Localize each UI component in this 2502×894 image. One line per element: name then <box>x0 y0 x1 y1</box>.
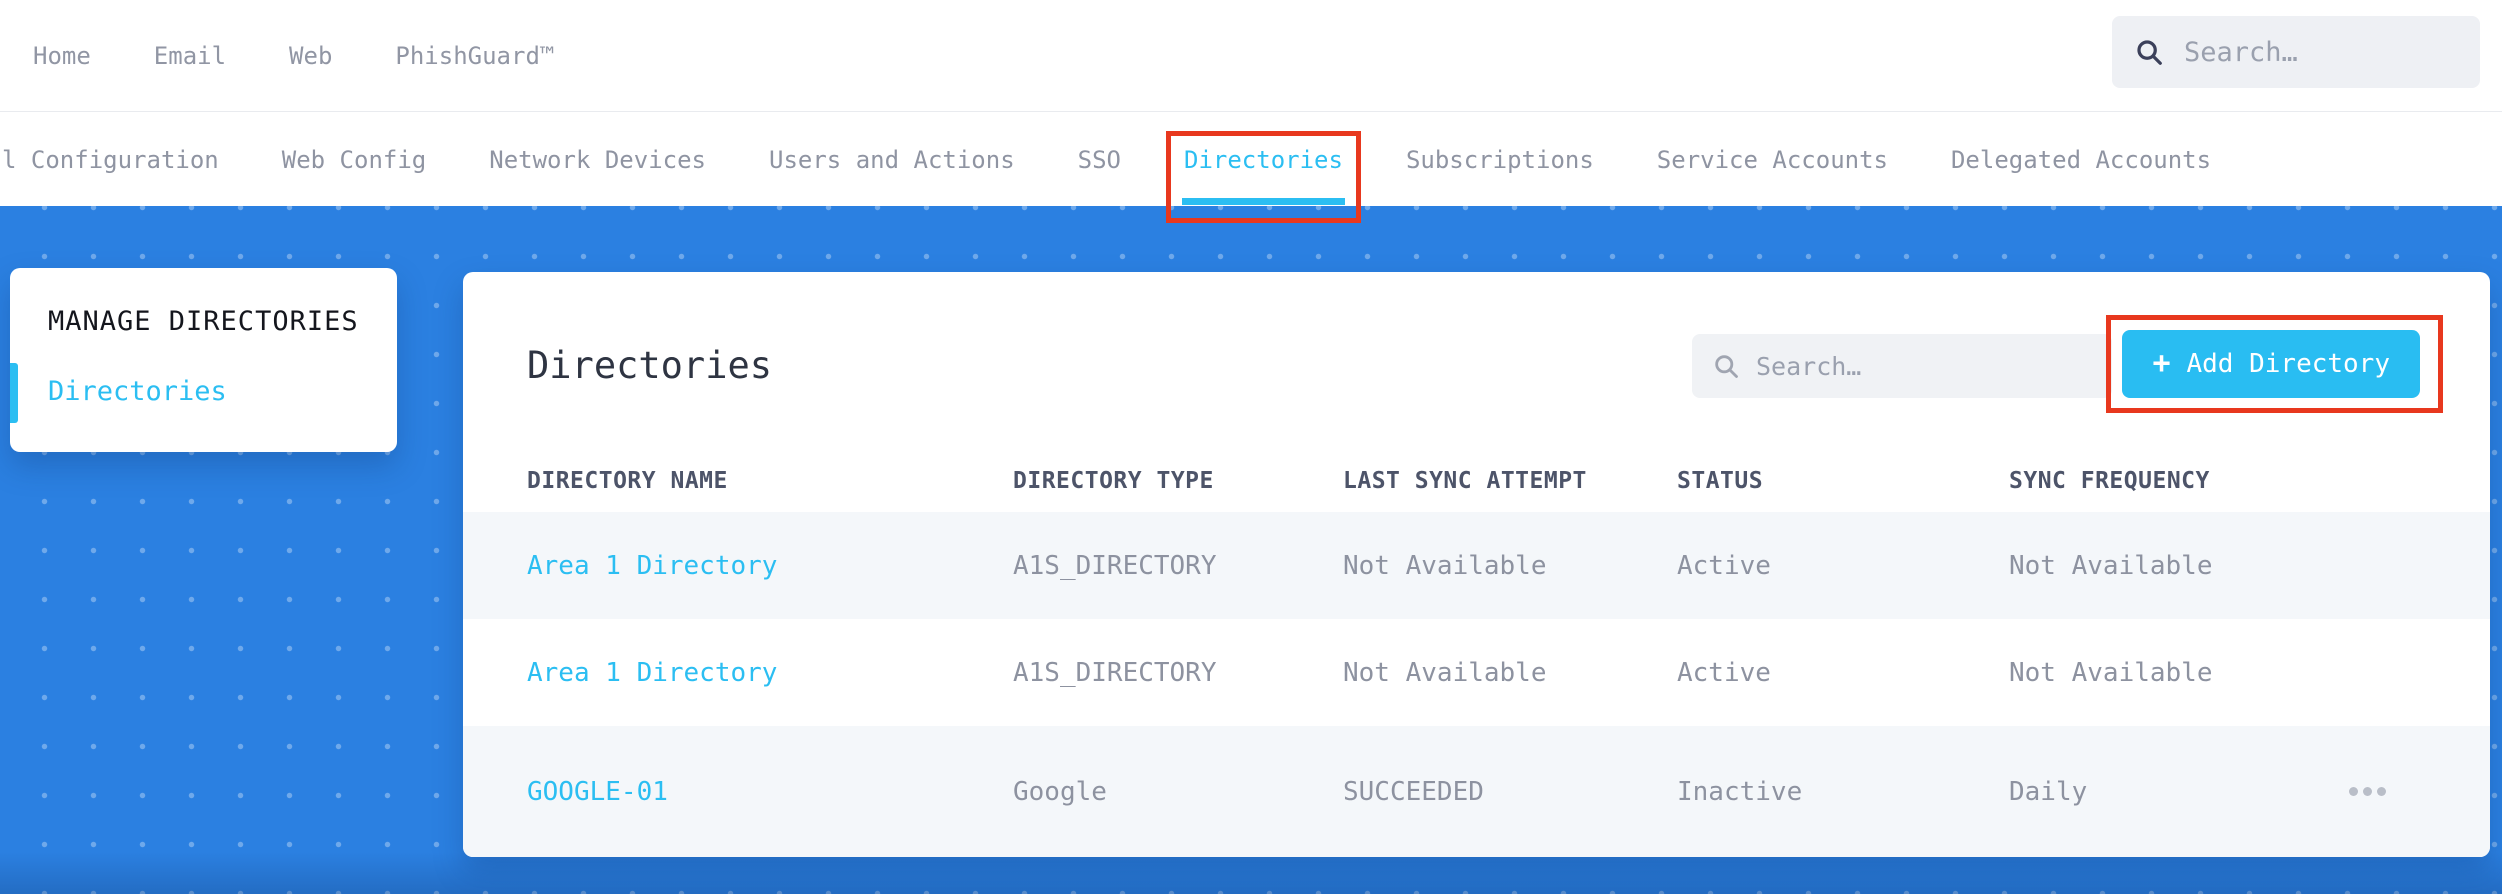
status-cell: Active <box>1677 550 1771 581</box>
plus-icon: + <box>2152 346 2171 381</box>
tab-email-configuration[interactable]: l Configuration <box>2 113 219 206</box>
sync-frequency-cell: Daily <box>2009 776 2088 807</box>
sidebar-item-directories[interactable]: Directories <box>48 376 227 407</box>
directories-search <box>1692 334 2112 398</box>
col-directory-name: DIRECTORY NAME <box>527 468 728 494</box>
add-directory-button[interactable]: + Add Directory <box>2122 330 2420 398</box>
actions-cell <box>2349 787 2426 796</box>
last-sync-cell: SUCCEEDED <box>1343 776 1484 807</box>
tab-users-and-actions[interactable]: Users and Actions <box>769 113 1015 206</box>
section-tab-bar: l Configuration Web Config Network Devic… <box>0 113 2502 223</box>
app-screen: Home Email Web PhishGuard™ l Configurati… <box>0 0 2502 894</box>
global-search <box>2112 16 2480 88</box>
table-row: Area 1 Directory A1S_DIRECTORY Not Avail… <box>463 619 2490 726</box>
nav-item-web[interactable]: Web <box>289 42 332 70</box>
directories-card: Directories + Add Directory DIRECTORY NA… <box>463 272 2490 857</box>
sync-frequency-cell: Not Available <box>2009 550 2213 581</box>
page-title: Directories <box>527 344 773 387</box>
directory-type-cell: Google <box>1013 776 1107 807</box>
search-icon <box>2134 37 2164 67</box>
nav-item-home[interactable]: Home <box>33 42 91 70</box>
col-directory-type: DIRECTORY TYPE <box>1013 468 1214 494</box>
directories-table: DIRECTORY NAME DIRECTORY TYPE LAST SYNC … <box>463 450 2490 857</box>
tab-web-config[interactable]: Web Config <box>282 113 427 206</box>
directory-type-cell: A1S_DIRECTORY <box>1013 550 1217 581</box>
add-directory-wrap: + Add Directory <box>2106 315 2443 413</box>
top-header: Home Email Web PhishGuard™ <box>0 0 2502 112</box>
search-icon <box>1712 352 1740 380</box>
directory-type-cell: A1S_DIRECTORY <box>1013 657 1217 688</box>
global-search-input[interactable] <box>2184 36 2458 68</box>
col-sync-frequency: SYNC FREQUENCY <box>2009 468 2210 494</box>
tab-sso[interactable]: SSO <box>1078 113 1121 206</box>
bottom-shade <box>0 852 2502 894</box>
last-sync-cell: Not Available <box>1343 550 1547 581</box>
status-cell: Inactive <box>1677 776 1803 807</box>
tab-directories[interactable]: Directories <box>1166 113 1361 223</box>
tab-subscriptions[interactable]: Subscriptions <box>1406 113 1594 206</box>
panel-title: MANAGE DIRECTORIES <box>48 306 359 337</box>
table-header-row: DIRECTORY NAME DIRECTORY TYPE LAST SYNC … <box>463 450 2490 512</box>
last-sync-cell: Not Available <box>1343 657 1547 688</box>
tab-service-accounts[interactable]: Service Accounts <box>1657 113 1888 206</box>
tab-directories-label: Directories <box>1184 145 1343 174</box>
nav-item-email[interactable]: Email <box>154 42 226 70</box>
top-nav: Home Email Web PhishGuard™ <box>33 42 554 70</box>
nav-item-phishguard[interactable]: PhishGuard™ <box>395 42 554 70</box>
col-status: STATUS <box>1677 468 1764 494</box>
directory-name-link[interactable]: GOOGLE-01 <box>527 777 1013 807</box>
tab-network-devices[interactable]: Network Devices <box>489 113 706 206</box>
add-directory-label: Add Directory <box>2186 349 2391 379</box>
row-menu-ellipsis-icon[interactable] <box>2349 787 2395 796</box>
directory-name-link[interactable]: Area 1 Directory <box>527 658 1013 688</box>
status-cell: Active <box>1677 657 1771 688</box>
sync-frequency-cell: Not Available <box>2009 657 2213 688</box>
table-row: Area 1 Directory A1S_DIRECTORY Not Avail… <box>463 512 2490 619</box>
manage-directories-panel: MANAGE DIRECTORIES Directories <box>10 268 397 452</box>
directories-search-input[interactable] <box>1756 351 2092 381</box>
tab-delegated-accounts[interactable]: Delegated Accounts <box>1951 113 2211 206</box>
active-tab-underline <box>1182 198 1345 205</box>
directory-name-link[interactable]: Area 1 Directory <box>527 551 1013 581</box>
table-row: GOOGLE-01 Google SUCCEEDED Inactive Dail… <box>463 726 2490 857</box>
active-item-indicator <box>10 363 18 423</box>
col-last-sync-attempt: LAST SYNC ATTEMPT <box>1343 468 1587 494</box>
